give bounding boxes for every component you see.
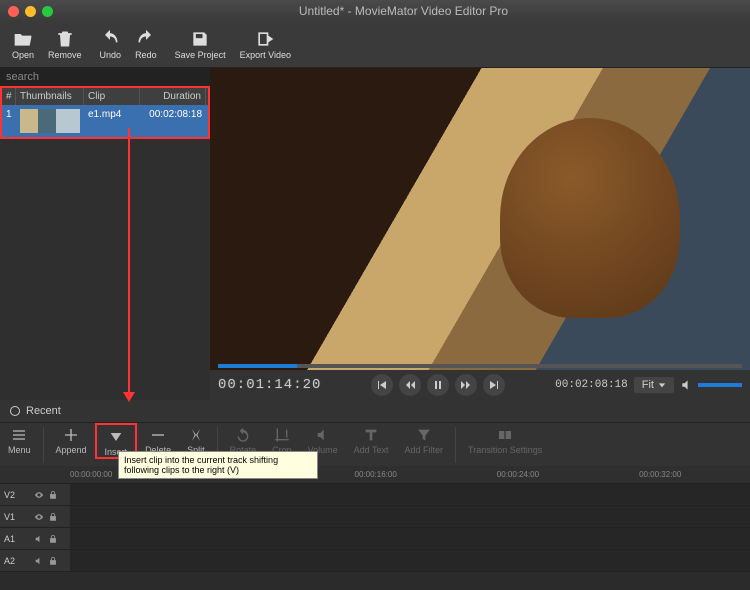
titlebar: Untitled* - MovieMator Video Editor Pro xyxy=(0,0,750,22)
add-text-button[interactable]: Add Text xyxy=(346,423,397,455)
redo-button[interactable]: Redo xyxy=(135,29,157,60)
main-area: search # Thumbnails Clip Duration 1 e1.m… xyxy=(0,68,750,400)
menu-icon xyxy=(11,427,27,443)
time-ruler[interactable]: 00:00:00:00 00:00:08:00 00:00:16:00 00:0… xyxy=(0,466,750,484)
window-controls xyxy=(8,6,53,17)
col-clip: Clip xyxy=(84,88,140,105)
undo-icon xyxy=(100,29,120,49)
minimize-window[interactable] xyxy=(25,6,36,17)
skip-end-icon xyxy=(489,380,499,390)
rewind-icon xyxy=(405,380,415,390)
save-icon xyxy=(190,29,210,49)
trash-icon xyxy=(55,29,75,49)
undo-button[interactable]: Undo xyxy=(100,29,122,60)
prev-frame-button[interactable] xyxy=(399,374,421,396)
zoom-fit-dropdown[interactable]: Fit xyxy=(634,377,674,393)
transition-icon xyxy=(497,427,513,443)
track-v1[interactable]: V1 xyxy=(0,506,750,528)
track-v2[interactable]: V2 xyxy=(0,484,750,506)
eye-icon[interactable] xyxy=(34,512,44,522)
current-time: 00:01:14:20 xyxy=(218,377,321,393)
media-table-highlight: # Thumbnails Clip Duration 1 e1.mp4 00:0… xyxy=(0,86,210,139)
seek-progress xyxy=(218,364,297,368)
volume-bar[interactable] xyxy=(698,383,742,387)
search-input[interactable]: search xyxy=(0,68,210,86)
filter-icon xyxy=(416,427,432,443)
preview-panel: 00:01:14:20 00:02:08:18 Fit xyxy=(210,68,750,400)
recent-label: Recent xyxy=(26,405,61,417)
track-a2[interactable]: A2 xyxy=(0,550,750,572)
minus-icon xyxy=(150,427,166,443)
mute-icon[interactable] xyxy=(34,534,44,544)
append-button[interactable]: Append xyxy=(48,423,95,455)
redo-icon xyxy=(136,29,156,49)
col-number: # xyxy=(2,88,16,105)
col-thumbnail: Thumbnails xyxy=(16,88,84,105)
lock-icon[interactable] xyxy=(48,512,58,522)
track-a1[interactable]: A1 xyxy=(0,528,750,550)
window-title: Untitled* - MovieMator Video Editor Pro xyxy=(65,4,742,18)
lock-icon[interactable] xyxy=(48,534,58,544)
insert-tooltip: Insert clip into the current track shift… xyxy=(118,451,318,479)
clock-icon xyxy=(10,406,20,416)
pause-icon xyxy=(433,380,443,390)
media-panel: search # Thumbnails Clip Duration 1 e1.m… xyxy=(0,68,210,400)
media-table-header: # Thumbnails Clip Duration xyxy=(2,88,208,105)
video-preview[interactable] xyxy=(210,68,750,370)
add-filter-button[interactable]: Add Filter xyxy=(397,423,452,455)
plus-icon xyxy=(63,427,79,443)
forward-icon xyxy=(461,380,471,390)
lock-icon[interactable] xyxy=(48,490,58,500)
main-toolbar: Open Remove Undo Redo Save Project Expor… xyxy=(0,22,750,68)
lock-icon[interactable] xyxy=(48,556,58,566)
next-frame-button[interactable] xyxy=(455,374,477,396)
eye-icon[interactable] xyxy=(34,490,44,500)
remove-button[interactable]: Remove xyxy=(48,29,82,60)
menu-button[interactable]: Menu xyxy=(0,423,39,455)
export-video-button[interactable]: Export Video xyxy=(240,29,291,60)
annotation-arrow xyxy=(128,128,130,400)
maximize-window[interactable] xyxy=(42,6,53,17)
preview-frame-subject xyxy=(500,118,680,318)
skip-start-icon xyxy=(377,380,387,390)
volume-icon xyxy=(315,427,331,443)
volume-control[interactable] xyxy=(680,378,742,392)
text-icon xyxy=(363,427,379,443)
recent-bar: Recent xyxy=(0,400,750,422)
speaker-icon xyxy=(680,378,694,392)
export-icon xyxy=(255,29,275,49)
insert-icon xyxy=(108,429,124,445)
mute-icon[interactable] xyxy=(34,556,44,566)
transition-button[interactable]: Transition Settings xyxy=(460,423,550,455)
clip-thumbnail xyxy=(20,109,80,133)
seek-bar[interactable] xyxy=(218,364,742,368)
col-duration: Duration xyxy=(140,88,206,105)
skip-end-button[interactable] xyxy=(483,374,505,396)
total-time: 00:02:08:18 xyxy=(555,379,628,391)
close-window[interactable] xyxy=(8,6,19,17)
folder-open-icon xyxy=(13,29,33,49)
scissors-icon xyxy=(188,427,204,443)
skip-start-button[interactable] xyxy=(371,374,393,396)
crop-icon xyxy=(274,427,290,443)
media-row[interactable]: 1 e1.mp4 00:02:08:18 xyxy=(2,105,208,137)
playback-controls: 00:01:14:20 00:02:08:18 Fit xyxy=(210,370,750,400)
save-project-button[interactable]: Save Project xyxy=(175,29,226,60)
play-pause-button[interactable] xyxy=(427,374,449,396)
timeline-panel: 00:00:00:00 00:00:08:00 00:00:16:00 00:0… xyxy=(0,466,750,572)
chevron-down-icon xyxy=(658,381,666,389)
open-button[interactable]: Open xyxy=(12,29,34,60)
rotate-icon xyxy=(235,427,251,443)
timeline-toolbar: Menu Append Insert Delete Split Rotate C… xyxy=(0,422,750,466)
